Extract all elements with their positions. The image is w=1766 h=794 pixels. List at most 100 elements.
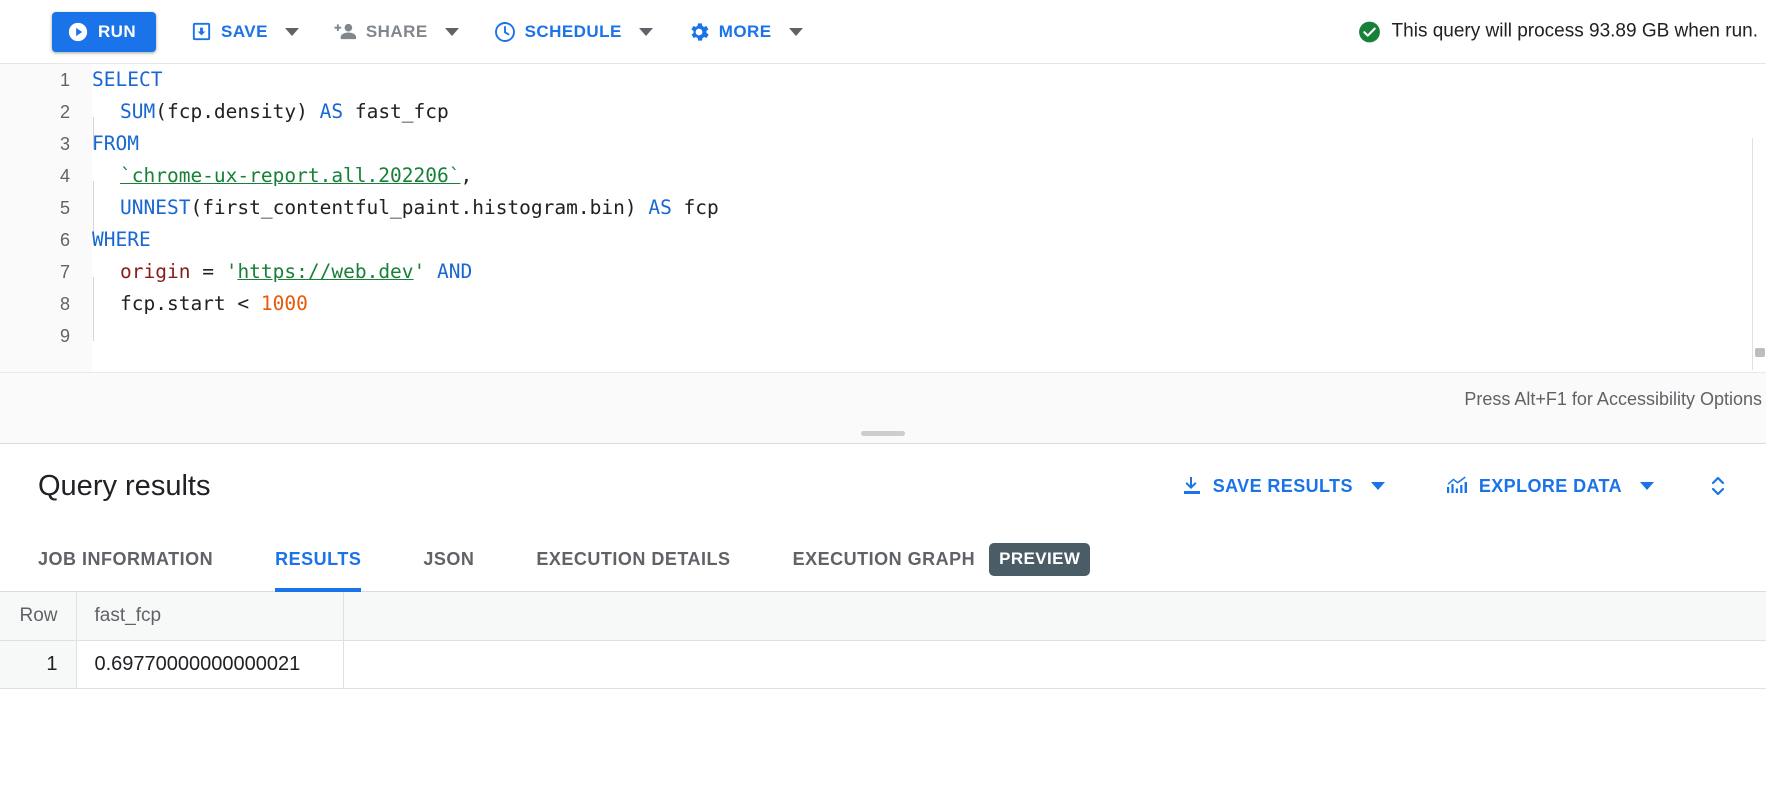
gear-icon: [687, 20, 711, 44]
person-add-icon: [333, 20, 358, 43]
tab-execution-graph[interactable]: EXECUTION GRAPH PREVIEW: [793, 528, 1091, 592]
code-line[interactable]: 2 SUM(fcp.density) AS fast_fcp: [0, 96, 1766, 149]
code-token: `chrome-ux-report.all.202206`: [120, 164, 461, 187]
code-line-text[interactable]: `chrome-ux-report.all.202206`,: [92, 160, 1766, 213]
expand-collapse-panel-button[interactable]: [1706, 470, 1730, 502]
code-line-text[interactable]: SELECT: [92, 64, 1766, 96]
code-token: WHERE: [92, 228, 151, 251]
line-number: 5: [59, 198, 70, 218]
code-line[interactable]: 9: [0, 320, 1766, 352]
share-button-label: SHARE: [365, 22, 428, 41]
splitter-drag-handle[interactable]: [861, 431, 905, 436]
cell-filler: [343, 640, 1766, 689]
code-token: fcp: [671, 196, 719, 219]
line-number: 8: [59, 294, 70, 314]
sql-editor[interactable]: 1 SELECT 2 SUM(fcp.density) AS fast_fcp 3 FRO…: [0, 64, 1766, 426]
editor-vertical-scrollbar[interactable]: [1752, 138, 1766, 370]
code-token: https://web.dev: [237, 260, 414, 283]
code-line-text[interactable]: WHERE: [92, 224, 1766, 256]
line-number: 4: [59, 166, 70, 186]
chevron-down-icon[interactable]: [284, 27, 299, 36]
code-line-text[interactable]: fcp.start < 1000: [92, 288, 1766, 341]
line-number: 6: [59, 230, 70, 250]
chevron-down-icon[interactable]: [444, 27, 459, 36]
chevron-down-icon[interactable]: [1640, 482, 1654, 490]
code-token: ': [225, 260, 238, 283]
explore-data-button[interactable]: EXPLORE DATA: [1445, 474, 1654, 498]
tab-label: JSON: [423, 549, 475, 569]
code-line[interactable]: 6 WHERE: [0, 224, 1766, 256]
query-results-header: Query results SAVE RESULTS EXPLORE DATA: [0, 444, 1766, 528]
tab-execution-details[interactable]: EXECUTION DETAILS: [536, 528, 730, 592]
more-button[interactable]: MORE: [687, 20, 803, 44]
column-header-filler: [343, 592, 1766, 641]
code-token: AND: [437, 260, 473, 283]
table-header-row: Row fast_fcp: [0, 592, 1766, 641]
run-button[interactable]: RUN: [52, 11, 157, 52]
explore-data-label: EXPLORE DATA: [1478, 475, 1622, 496]
code-line[interactable]: 7 origin = 'https://web.dev' AND: [0, 256, 1766, 309]
code-token: AS: [319, 100, 344, 123]
code-token: ': [413, 260, 426, 283]
save-button[interactable]: SAVE: [190, 20, 299, 43]
tab-json[interactable]: JSON: [423, 528, 474, 592]
query-cost-status: This query will process 93.89 GB when ru…: [1357, 19, 1758, 44]
code-token: fast_fcp: [343, 100, 449, 123]
more-button-label: MORE: [718, 22, 772, 41]
schedule-button[interactable]: SCHEDULE: [493, 20, 653, 44]
line-number: 7: [59, 262, 70, 282]
column-header-row[interactable]: Row: [0, 592, 77, 641]
bigquery-query-editor-page: RUN SAVE SHARE SCHEDULE MORE This query …: [0, 0, 1766, 794]
chevron-down-icon[interactable]: [788, 27, 803, 36]
tab-results[interactable]: RESULTS: [275, 528, 362, 592]
code-token: fcp.start: [120, 292, 238, 315]
tab-label: RESULTS: [275, 549, 362, 569]
code-line-text[interactable]: SUM(fcp.density) AS fast_fcp: [92, 96, 1766, 149]
tab-job-information[interactable]: JOB INFORMATION: [38, 528, 213, 592]
table-row[interactable]: 1 0.69770000000000021: [0, 640, 1766, 689]
share-button[interactable]: SHARE: [333, 20, 459, 43]
code-line-text[interactable]: [92, 320, 1766, 352]
cell-fast-fcp[interactable]: 0.69770000000000021: [76, 640, 344, 689]
schedule-button-label: SCHEDULE: [524, 22, 622, 41]
chevron-down-icon[interactable]: [1370, 482, 1385, 490]
code-line[interactable]: 8 fcp.start < 1000: [0, 288, 1766, 341]
code-line[interactable]: 1 SELECT: [0, 64, 1766, 96]
run-button-label: RUN: [98, 21, 137, 41]
chart-trending-icon: [1445, 474, 1470, 498]
check-circle-icon: [1357, 19, 1382, 44]
clock-icon: [493, 20, 517, 44]
code-line[interactable]: 5 UNNEST(first_contentful_paint.histogram…: [0, 192, 1766, 245]
code-line[interactable]: 3 FROM: [0, 128, 1766, 160]
save-results-button[interactable]: SAVE RESULTS: [1180, 474, 1385, 498]
results-tab-bar: JOB INFORMATION RESULTS JSON EXECUTION DETA…: [0, 528, 1766, 592]
code-line-text[interactable]: origin = 'https://web.dev' AND: [92, 256, 1766, 309]
chevron-down-icon[interactable]: [638, 27, 653, 36]
results-data-table: Row fast_fcp 1 0.69770000000000021: [0, 592, 1766, 689]
column-header-fast-fcp[interactable]: fast_fcp: [76, 592, 344, 641]
play-circle-icon: [67, 21, 89, 43]
code-token: AS: [648, 196, 672, 219]
code-line-text[interactable]: FROM: [92, 128, 1766, 160]
code-token: <: [237, 292, 250, 315]
cell-row-index: 1: [0, 640, 77, 689]
code-line[interactable]: 4 `chrome-ux-report.all.202206`,: [0, 160, 1766, 213]
code-token: UNNEST: [120, 196, 191, 219]
code-line-text[interactable]: UNNEST(first_contentful_paint.histogram.…: [92, 192, 1766, 245]
tab-label: JOB INFORMATION: [38, 549, 214, 569]
query-cost-text: This query will process 93.89 GB when ru…: [1391, 20, 1758, 42]
code-token: 1000: [260, 292, 308, 315]
editor-results-splitter[interactable]: [0, 426, 1766, 444]
editor-scrollbar-thumb[interactable]: [1755, 348, 1765, 357]
code-token: origin: [120, 260, 191, 283]
line-number: 3: [59, 134, 70, 154]
code-token: =: [190, 260, 226, 283]
code-token: SELECT: [92, 68, 163, 91]
code-token: (fcp.density): [155, 100, 320, 123]
save-button-label: SAVE: [221, 22, 268, 41]
sql-code-lines[interactable]: 1 SELECT 2 SUM(fcp.density) AS fast_fcp 3 FRO…: [0, 64, 1766, 352]
save-results-label: SAVE RESULTS: [1212, 475, 1353, 496]
preview-badge: PREVIEW: [989, 543, 1091, 576]
download-icon: [1180, 474, 1204, 498]
